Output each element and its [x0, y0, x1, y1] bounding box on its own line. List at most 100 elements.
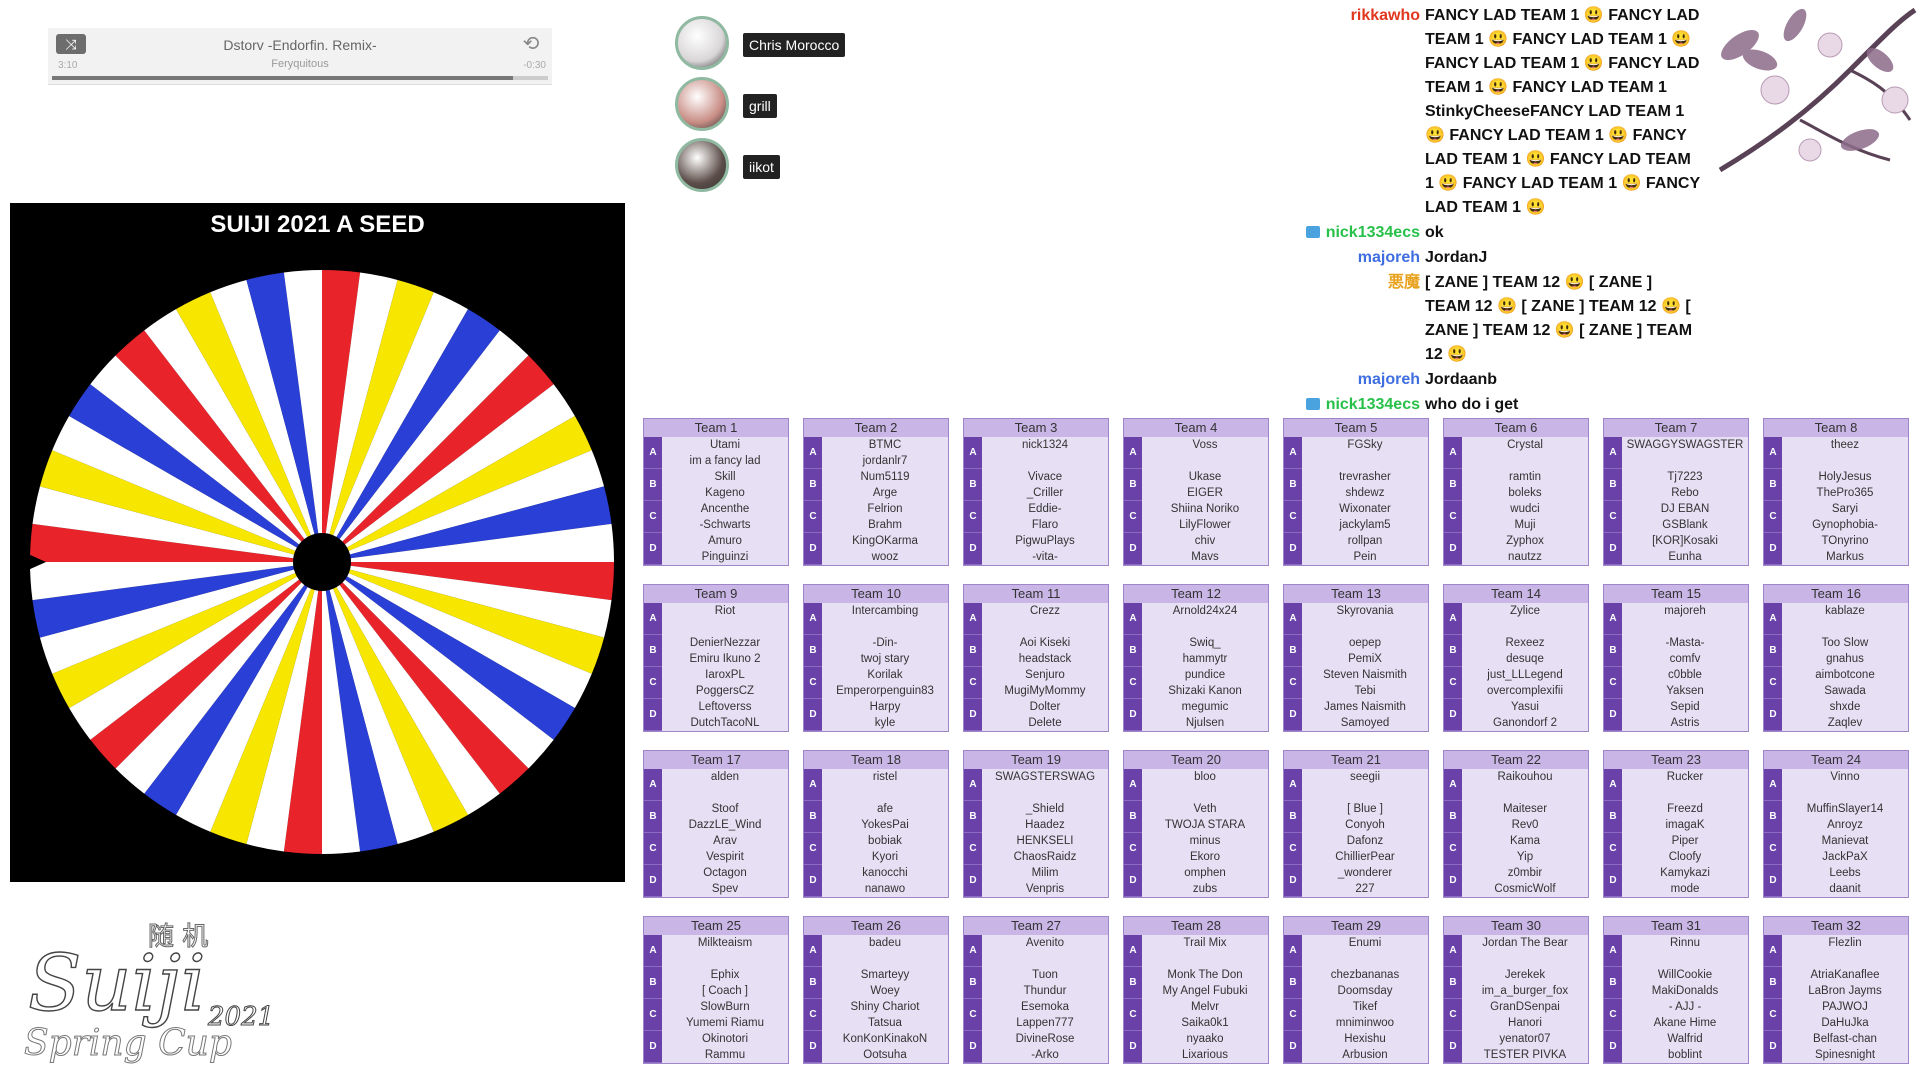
player-slot[interactable]: wooz — [822, 549, 948, 565]
player-slot[interactable]: trevrasher — [1302, 469, 1428, 485]
player-slot[interactable] — [982, 785, 1108, 801]
player-slot[interactable]: [ Coach ] — [662, 983, 788, 999]
player-slot[interactable] — [982, 453, 1108, 469]
player-slot[interactable]: GSBlank — [1622, 517, 1748, 533]
player-slot[interactable]: boleks — [1462, 485, 1588, 501]
player-slot[interactable]: Tikef — [1302, 999, 1428, 1015]
player-slot[interactable]: [KOR]Kosaki — [1622, 533, 1748, 549]
player-slot[interactable]: Dolter — [982, 699, 1108, 715]
chat-username[interactable]: majoreh — [1358, 246, 1420, 270]
player-slot[interactable]: Yip — [1462, 849, 1588, 865]
player-slot[interactable]: Harpy — [822, 699, 948, 715]
player-slot[interactable]: Ekoro — [1142, 849, 1268, 865]
player-slot[interactable]: Kageno — [662, 485, 788, 501]
player-slot[interactable]: EIGER — [1142, 485, 1268, 501]
player-slot[interactable]: Shiny Chariot — [822, 999, 948, 1015]
player-slot[interactable]: Ukase — [1142, 469, 1268, 485]
player-slot[interactable]: Yasui — [1462, 699, 1588, 715]
player-slot[interactable]: Yumemi Riamu — [662, 1015, 788, 1031]
player-slot[interactable]: Wixonater — [1302, 501, 1428, 517]
player-slot[interactable] — [1142, 453, 1268, 469]
player-slot[interactable]: Shiina Noriko — [1142, 501, 1268, 517]
player-slot[interactable]: Doomsday — [1302, 983, 1428, 999]
player-slot[interactable]: MakiDonalds — [1622, 983, 1748, 999]
player-slot[interactable] — [1302, 453, 1428, 469]
player-slot[interactable] — [982, 951, 1108, 967]
player-slot[interactable]: shdewz — [1302, 485, 1428, 501]
player-slot[interactable]: Zaqlev — [1782, 715, 1908, 731]
chat-username[interactable]: majoreh — [1358, 368, 1420, 392]
player-slot[interactable]: Ephix — [662, 967, 788, 983]
player-slot[interactable]: Skyrovania — [1302, 603, 1428, 619]
player-slot[interactable]: Milkteaism — [662, 935, 788, 951]
player-slot[interactable]: DJ EBAN — [1622, 501, 1748, 517]
player-slot[interactable]: Eddie- — [982, 501, 1108, 517]
player-slot[interactable]: Raikouhou — [1462, 769, 1588, 785]
player-slot[interactable]: Saryi — [1782, 501, 1908, 517]
player-slot[interactable]: seegii — [1302, 769, 1428, 785]
player-slot[interactable]: Jordan The Bear — [1462, 935, 1588, 951]
player-slot[interactable]: Eunha — [1622, 549, 1748, 565]
player-slot[interactable]: chiv — [1142, 533, 1268, 549]
player-slot[interactable]: Venpris — [982, 881, 1108, 897]
player-slot[interactable]: alden — [662, 769, 788, 785]
player-slot[interactable]: IaroxPL — [662, 667, 788, 683]
player-slot[interactable]: Flezlin — [1782, 935, 1908, 951]
player-slot[interactable]: Brahm — [822, 517, 948, 533]
player-slot[interactable]: majoreh — [1622, 603, 1748, 619]
player-slot[interactable]: Conyoh — [1302, 817, 1428, 833]
player-slot[interactable] — [1302, 951, 1428, 967]
player-slot[interactable]: Tatsua — [822, 1015, 948, 1031]
player-slot[interactable]: DivineRose — [982, 1031, 1108, 1047]
player-slot[interactable]: YokesPai — [822, 817, 948, 833]
player-slot[interactable]: -Masta- — [1622, 635, 1748, 651]
player-slot[interactable] — [1462, 951, 1588, 967]
player-slot[interactable]: Sawada — [1782, 683, 1908, 699]
player-slot[interactable] — [1142, 785, 1268, 801]
player-slot[interactable]: badeu — [822, 935, 948, 951]
player-slot[interactable]: Enumi — [1302, 935, 1428, 951]
player-slot[interactable]: TWOJA STARA — [1142, 817, 1268, 833]
player-slot[interactable]: daanit — [1782, 881, 1908, 897]
player-slot[interactable] — [1782, 951, 1908, 967]
player-slot[interactable]: Pinguinzi — [662, 549, 788, 565]
player-slot[interactable]: Rinnu — [1622, 935, 1748, 951]
player-slot[interactable] — [1462, 619, 1588, 635]
player-slot[interactable]: BTMC — [822, 437, 948, 453]
player-slot[interactable]: Okinotori — [662, 1031, 788, 1047]
player-slot[interactable]: Dafonz — [1302, 833, 1428, 849]
player-slot[interactable]: Rucker — [1622, 769, 1748, 785]
player-slot[interactable]: chezbananas — [1302, 967, 1428, 983]
player-slot[interactable]: Kamykazi — [1622, 865, 1748, 881]
player-slot[interactable]: FGSky — [1302, 437, 1428, 453]
player-slot[interactable]: Gynophobia- — [1782, 517, 1908, 533]
player-slot[interactable]: kanocchi — [822, 865, 948, 881]
player-slot[interactable]: Emiru Ikuno 2 — [662, 651, 788, 667]
player-slot[interactable]: SWAGSTERSWAG — [982, 769, 1108, 785]
player-slot[interactable]: Leftoverss — [662, 699, 788, 715]
player-slot[interactable]: oepep — [1302, 635, 1428, 651]
player-slot[interactable]: Ootsuha — [822, 1047, 948, 1063]
player-slot[interactable]: Korilak — [822, 667, 948, 683]
player-slot[interactable]: Arge — [822, 485, 948, 501]
player-slot[interactable]: Lappen777 — [982, 1015, 1108, 1031]
player-slot[interactable]: _Shield — [982, 801, 1108, 817]
player-slot[interactable]: jordanlr7 — [822, 453, 948, 469]
player-slot[interactable]: Vivace — [982, 469, 1108, 485]
player-slot[interactable]: overcomplexifii — [1462, 683, 1588, 699]
player-slot[interactable]: Cloofy — [1622, 849, 1748, 865]
player-slot[interactable]: LilyFlower — [1142, 517, 1268, 533]
player-slot[interactable] — [982, 619, 1108, 635]
player-slot[interactable] — [1782, 453, 1908, 469]
player-slot[interactable]: Intercambing — [822, 603, 948, 619]
player-slot[interactable]: Lixarious — [1142, 1047, 1268, 1063]
player-slot[interactable]: Vespirit — [662, 849, 788, 865]
player-slot[interactable]: Avenito — [982, 935, 1108, 951]
player-slot[interactable]: PAJWOJ — [1782, 999, 1908, 1015]
player-slot[interactable]: -Schwarts — [662, 517, 788, 533]
player-slot[interactable]: mniminwoo — [1302, 1015, 1428, 1031]
player-slot[interactable]: Sepid — [1622, 699, 1748, 715]
player-slot[interactable]: ramtin — [1462, 469, 1588, 485]
player-slot[interactable]: Walfrid — [1622, 1031, 1748, 1047]
player-slot[interactable]: zubs — [1142, 881, 1268, 897]
